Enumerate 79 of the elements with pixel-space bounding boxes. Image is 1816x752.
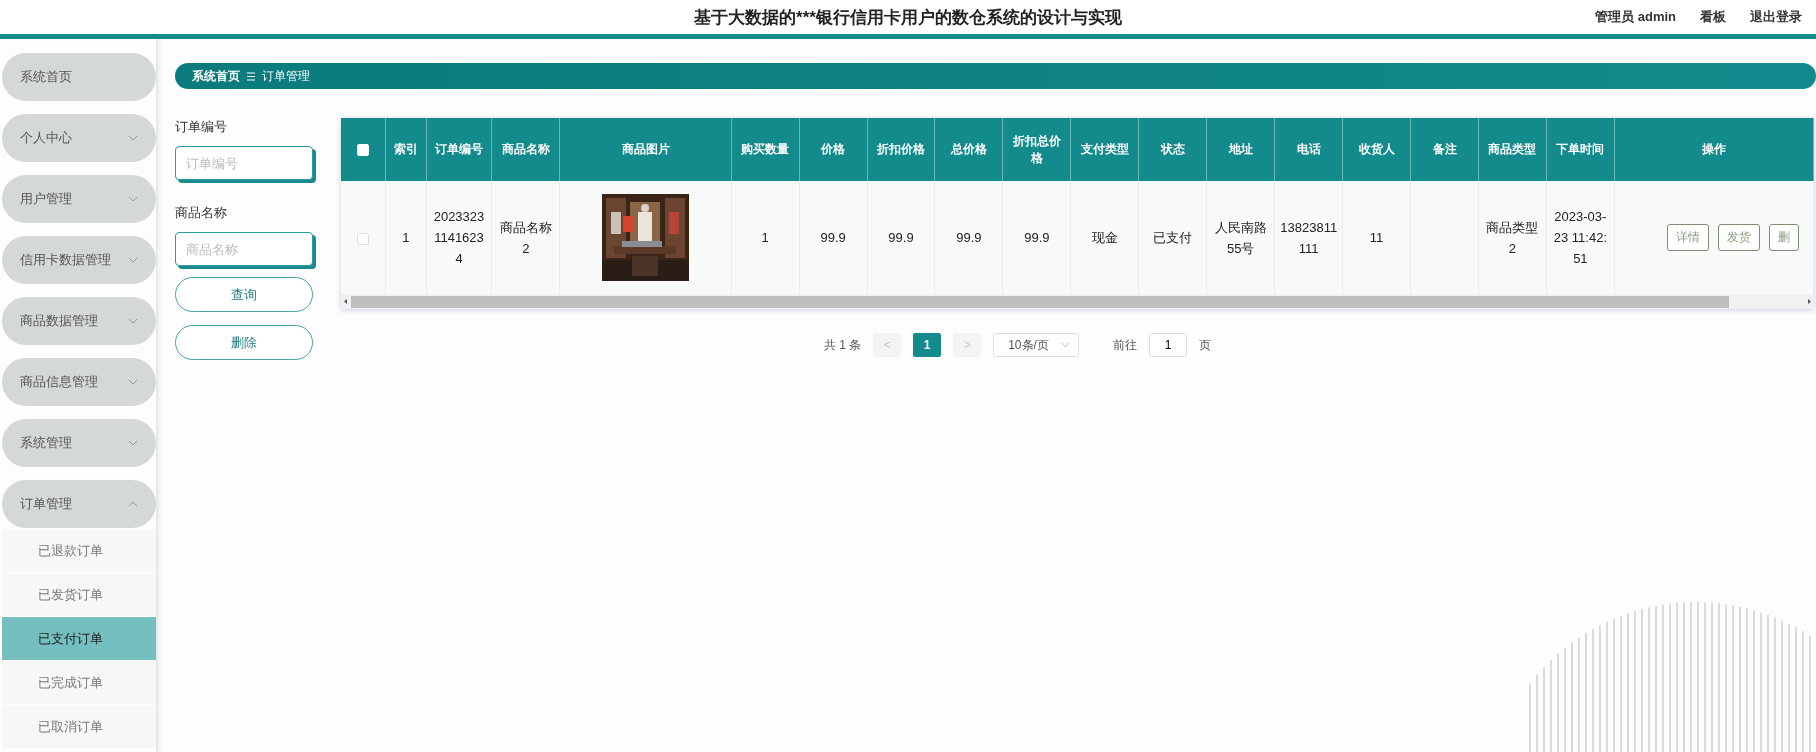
action-button[interactable]: 发货 (1717, 224, 1760, 251)
column-header: 商品图片 (621, 142, 670, 156)
column-header: 商品名称 (501, 142, 550, 156)
page-suffix: 页 (1199, 336, 1212, 354)
table-cell-text: 商品名称2 (498, 218, 553, 258)
table-cell-text: 已支付 (1153, 229, 1193, 247)
column-header: 购买数量 (741, 142, 790, 156)
table-cell-text: 2023-03-23 11:42:51 (1552, 208, 1608, 268)
column-header: 折扣总价格 (1012, 133, 1061, 165)
table-cell-text: 商品类型2 (1485, 218, 1540, 258)
sidebar-item[interactable]: 系统管理 (2, 419, 156, 467)
sidebar-item[interactable]: 信用卡数据管理 (2, 236, 156, 284)
action-button[interactable]: 详情 (1666, 224, 1709, 251)
chevron-icon (128, 196, 138, 202)
submenu-item[interactable]: 已完成订单 (2, 660, 156, 704)
submenu-item[interactable]: 已退款订单 (2, 528, 156, 572)
separator-icon (247, 71, 255, 81)
table-cell-text: 99.9 (1024, 229, 1050, 247)
column-header: 操作 (1701, 142, 1726, 156)
sidebar-item[interactable]: 商品数据管理 (2, 297, 156, 345)
sidebar-item[interactable]: 系统首页 (2, 53, 156, 101)
scrollbar[interactable] (341, 294, 1814, 309)
header-link[interactable]: 退出登录 (1750, 8, 1802, 26)
sidebar-item[interactable]: 订单管理 (2, 480, 156, 528)
field-label: 商品名称 (175, 204, 228, 222)
table-cell-text: 现金 (1091, 229, 1118, 247)
goto-label: 前往 (1113, 336, 1138, 354)
table-cell-text: 1 (761, 229, 769, 247)
column-header: 收货人 (1358, 142, 1395, 156)
chevron-icon (128, 318, 138, 324)
column-header: 地址 (1228, 142, 1253, 156)
user-label: 管理员 admin (1595, 8, 1676, 26)
column-header: 索引 (393, 142, 418, 156)
input-field[interactable]: 商品名称 (175, 232, 313, 266)
header-link[interactable]: 看板 (1700, 8, 1726, 26)
field-label: 订单编号 (175, 118, 228, 136)
total-count: 共 1 条 (823, 336, 862, 354)
table-cell-text: 人民南路55号 (1213, 218, 1268, 258)
breadcrumb-link[interactable]: 订单管理 (262, 67, 310, 85)
submenu-item[interactable]: 已取消订单 (2, 704, 156, 748)
column-header: 支付类型 (1080, 142, 1129, 156)
row-checkbox[interactable] (357, 232, 369, 245)
column-header: 电话 (1296, 142, 1321, 156)
column-header: 折扣价格 (877, 142, 925, 156)
table-cell-text: 11 (1369, 229, 1384, 247)
action-button[interactable]: 删 (1768, 224, 1799, 251)
column-header: 状态 (1160, 142, 1185, 156)
chevron-icon (128, 257, 138, 263)
table-cell-text: 99.9 (888, 229, 914, 247)
column-header: 总价格 (950, 142, 987, 156)
goto-input[interactable]: 1 (1149, 333, 1188, 357)
chevron-icon (128, 379, 138, 385)
caret-icon (1061, 342, 1071, 348)
column-header: 下单时间 (1556, 142, 1605, 156)
submenu-item[interactable]: 已发货订单 (2, 572, 156, 616)
column-header: 商品类型 (1488, 142, 1537, 156)
column-header: 订单编号 (435, 142, 483, 156)
sidebar-item[interactable]: 商品信息管理 (2, 358, 156, 406)
select-all-checkbox[interactable] (357, 144, 369, 157)
input-field[interactable]: 订单编号 (175, 146, 313, 180)
chevron-icon (128, 501, 138, 507)
table-cell-text: 99.9 (956, 229, 982, 247)
sidebar-item[interactable]: 个人中心 (2, 114, 156, 162)
page-title: 基于大数据的***银行信用卡用户的数仓系统的设计与实现 (694, 6, 1122, 29)
column-header: 价格 (821, 142, 846, 156)
page-button[interactable]: 1 (913, 333, 942, 357)
chevron-icon (128, 440, 138, 446)
breadcrumb-link[interactable]: 系统首页 (192, 67, 240, 85)
page-size-select[interactable]: 10条/页 (993, 333, 1080, 357)
chevron-icon (128, 135, 138, 141)
sidebar-item[interactable]: 用户管理 (2, 175, 156, 223)
filter-button[interactable]: 删除 (175, 325, 313, 360)
submenu-item[interactable]: 已支付订单 (2, 616, 156, 660)
filter-button[interactable]: 查询 (175, 277, 313, 312)
table-cell-text: 13823811111 (1280, 218, 1338, 258)
table-cell-text: 99.9 (820, 229, 846, 247)
table-cell-text: 1 (402, 229, 410, 247)
column-header: 备注 (1432, 142, 1457, 156)
table-cell-text: 202332311416234 (432, 208, 486, 268)
